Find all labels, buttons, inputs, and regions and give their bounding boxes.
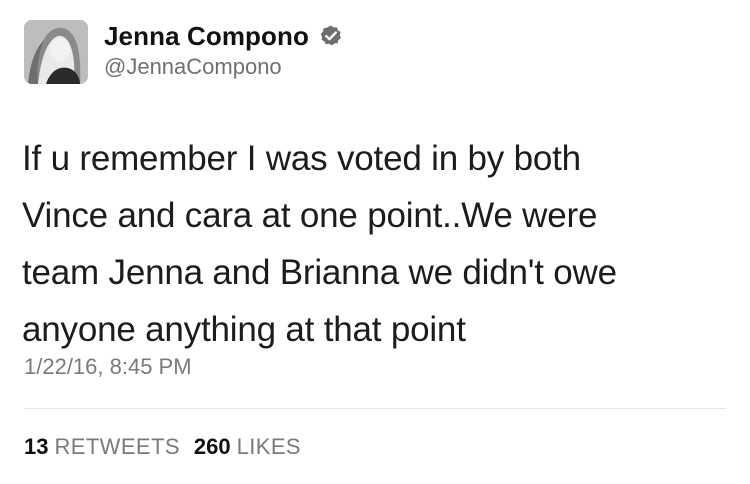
tweet-timestamp[interactable]: 1/22/16, 8:45 PM	[24, 354, 192, 380]
tweet-card: Jenna Compono @JennaCompono If u remembe…	[0, 0, 750, 484]
avatar[interactable]	[24, 20, 88, 84]
verified-badge-icon	[319, 24, 343, 48]
likes-label: LIKES	[236, 434, 302, 459]
likes-count: 260	[193, 434, 231, 459]
tweet-text-line: team Jenna and Brianna we didn't owe	[22, 253, 617, 292]
user-handle[interactable]: @JennaCompono	[104, 54, 282, 80]
retweets-count: 13	[24, 434, 49, 459]
tweet-stats: 13 RETWEETS 260 LIKES	[24, 434, 315, 460]
tweet-text-line: anyone anything at that point	[22, 310, 466, 349]
likes-stat[interactable]: 260 LIKES	[194, 434, 301, 460]
display-name[interactable]: Jenna Compono	[104, 21, 309, 52]
avatar-photo-icon	[24, 20, 88, 84]
retweets-label: RETWEETS	[54, 434, 180, 459]
tweet-text-line: Vince and cara at one point..We were	[22, 196, 598, 235]
divider	[24, 408, 726, 409]
tweet-text-line: If u remember I was voted in by both	[22, 139, 581, 178]
tweet-text: If u remember I was voted in by both Vin…	[22, 130, 722, 358]
display-name-row: Jenna Compono	[104, 20, 343, 52]
retweets-stat[interactable]: 13 RETWEETS	[24, 434, 180, 460]
